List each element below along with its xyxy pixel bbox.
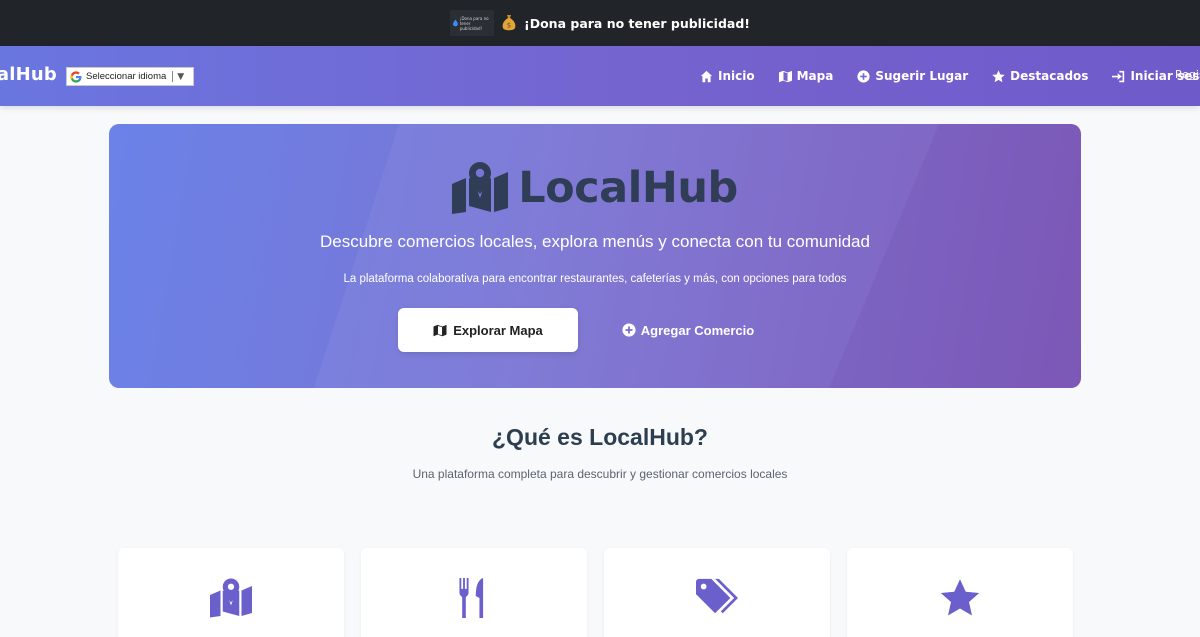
drop-icon [453,19,458,27]
brand-logo[interactable]: calHub [0,64,57,85]
tags-icon [696,578,738,614]
nav-item-sugerir-lugar[interactable]: Sugerir Lugar [857,69,968,83]
nav-item-registrarse[interactable]: Regis [1175,68,1200,81]
map-icon [433,324,447,336]
hero-banner: LocalHub Descubre comercios locales, exp… [109,124,1081,388]
hero-title: LocalHub [518,163,738,213]
money-bag-icon: $ [502,15,516,31]
language-selector-divider [172,71,174,82]
nav-item-label: Mapa [796,69,834,83]
add-business-button-label: Agregar Comercio [640,322,755,338]
donation-badge-text: ¡Dona para no tener publicidad! [459,15,489,31]
section-subtitle: Una plataforma completa para descubrir y… [412,467,788,481]
google-icon [70,70,82,83]
add-business-button[interactable]: Agregar Comercio [618,308,758,352]
feature-card-offers [604,548,830,637]
map-location-icon [452,162,509,214]
map-icon [778,70,792,82]
plus-circle-icon [857,69,870,83]
plus-circle-icon [622,323,636,337]
feature-card-menus [361,548,587,637]
navbar: calHub Seleccionar idioma ▼ Inicio Mapa … [0,46,1200,106]
nav-item-label: Sugerir Lugar [875,69,969,83]
hero-description: La plataforma colaborativa para encontra… [343,273,847,285]
explore-map-button-label: Explorar Mapa [453,322,543,338]
utensils-icon [459,578,484,618]
donation-badge-image[interactable]: ¡Dona para no tener publicidad! [450,10,495,36]
sign-in-icon [1112,70,1125,82]
language-selector-label: Seleccionar idioma [86,71,167,82]
star-icon [940,579,980,616]
svg-text:$: $ [507,22,511,30]
nav-item-destacados[interactable]: Destacados [992,69,1088,83]
section-title: ¿Qué es LocalHub? [492,424,708,450]
nav-item-mapa[interactable]: Mapa [778,69,834,83]
nav-item-label: Destacados [1010,69,1089,83]
explore-map-button[interactable]: Explorar Mapa [398,308,578,352]
feature-card-featured [847,548,1073,637]
hero-logo: LocalHub [109,162,1081,214]
star-icon [992,69,1005,82]
feature-card-map [118,548,344,637]
language-selector[interactable]: Seleccionar idioma ▼ [66,67,194,86]
hero-subtitle: Descubre comercios locales, explora menú… [320,232,870,251]
donation-text[interactable]: ¡Dona para no tener publicidad! [524,16,750,31]
nav-links: Inicio Mapa Sugerir Lugar Destacados Ini… [700,46,1200,106]
map-location-icon [210,578,252,618]
nav-item-label: Inicio [718,69,755,83]
dropdown-arrow-icon: ▼ [177,71,185,82]
donation-banner[interactable]: ¡Dona para no tener publicidad! $ ¡Dona … [0,0,1200,46]
nav-item-inicio[interactable]: Inicio [700,69,755,83]
home-icon [700,70,713,82]
